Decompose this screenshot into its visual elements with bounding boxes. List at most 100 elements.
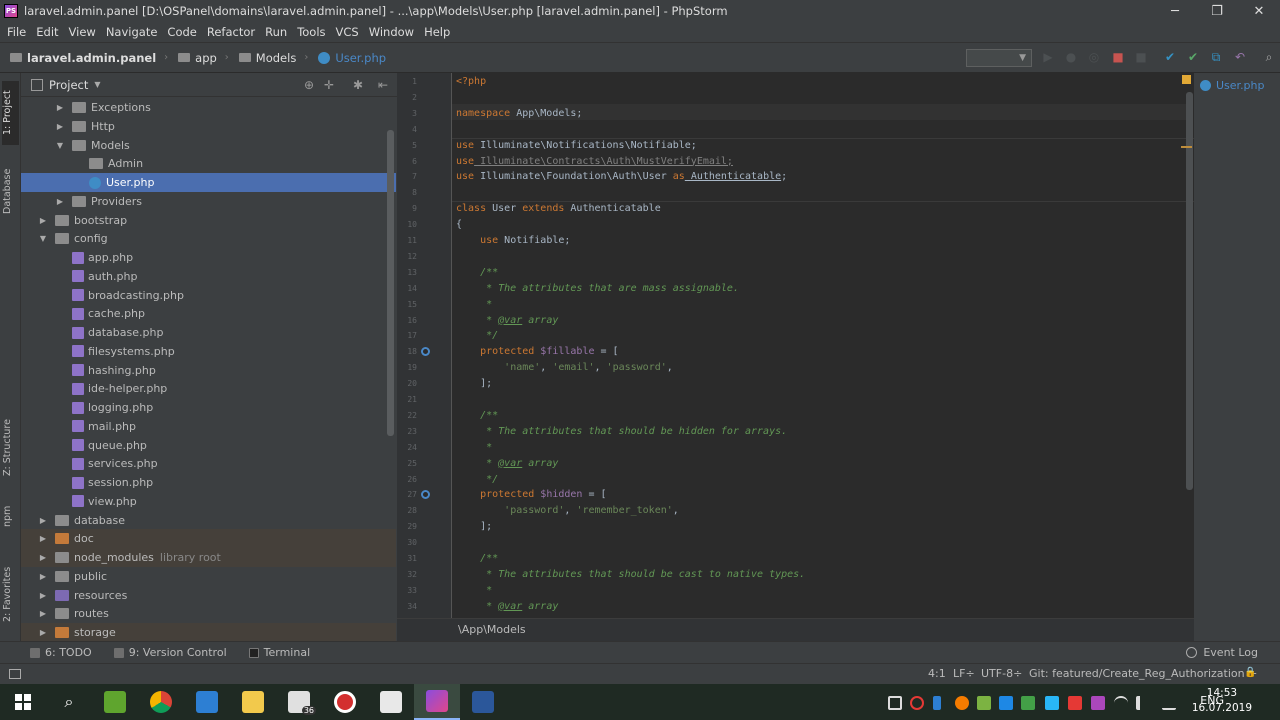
tray-app-icon[interactable] (1091, 696, 1105, 710)
code-line[interactable]: * (456, 297, 492, 313)
vcs-revert-icon[interactable]: ↶ (1233, 50, 1247, 64)
code-line[interactable]: * (456, 440, 492, 456)
vcs-commit-icon[interactable]: ✔ (1186, 50, 1200, 64)
chevron-right-icon[interactable]: ▶ (38, 516, 48, 525)
git-branch[interactable]: Git: featured/Create_Reg_Authorization ÷ (1029, 667, 1257, 680)
code-line[interactable]: /** (456, 408, 498, 424)
code-line[interactable]: use Illuminate\Contracts\Auth\MustVerify… (456, 154, 733, 170)
tree-item[interactable]: ide-helper.php (21, 379, 396, 398)
file-encoding[interactable]: UTF-8÷ (981, 667, 1022, 680)
chevron-right-icon[interactable]: ▶ (38, 591, 48, 600)
tree-item[interactable]: services.php (21, 454, 396, 473)
code-line[interactable]: * The attributes that should be hidden f… (456, 424, 787, 440)
tree-item[interactable]: ▶ routes (21, 604, 396, 623)
editor-breadcrumb[interactable]: \App\Models (397, 618, 1194, 641)
tree-item[interactable]: ▶ public (21, 567, 396, 586)
tree-item[interactable]: queue.php (21, 436, 396, 455)
tree-item[interactable]: ▶ doc (21, 529, 396, 549)
menu-tools[interactable]: Tools (292, 25, 330, 39)
line-separator[interactable]: LF÷ (953, 667, 975, 680)
menu-refactor[interactable]: Refactor (202, 25, 260, 39)
tree-item[interactable]: ▼ Models (21, 136, 396, 155)
tree-item[interactable]: ▼ config (21, 229, 396, 248)
taskbar-app-explorer[interactable] (230, 684, 276, 720)
maximize-button[interactable]: ❐ (1196, 4, 1238, 19)
settings-gear-icon[interactable]: ✱ (351, 78, 365, 92)
chevron-down-icon[interactable]: ▼ (55, 141, 65, 150)
chevron-right-icon[interactable]: ▶ (38, 572, 48, 581)
tree-item[interactable]: Admin (21, 154, 396, 173)
tray-app-icon[interactable] (955, 696, 969, 710)
locate-file-icon[interactable]: ⊕ (302, 78, 316, 92)
tray-app-icon[interactable] (999, 696, 1013, 710)
debug-icon[interactable]: ● (1064, 50, 1078, 64)
volume-icon[interactable] (1136, 696, 1150, 710)
tree-item[interactable]: session.php (21, 473, 396, 492)
tree-item[interactable]: view.php (21, 492, 396, 511)
tray-app-icon[interactable] (1045, 696, 1059, 710)
pen-icon[interactable] (1162, 696, 1176, 710)
editor-tab-user-php[interactable]: User.php (1200, 76, 1265, 94)
wifi-icon[interactable] (1114, 696, 1128, 710)
code-editor[interactable]: 1 2 3 4 5 6 7 8 9 10 11 12 13 14 15 16 17 18 19 20 21 22 23 24 2… (397, 73, 1194, 641)
lock-icon[interactable]: 🔒 (1244, 667, 1256, 678)
task-view-icon[interactable] (888, 696, 902, 710)
code-line[interactable]: * The attributes that should be cast to … (456, 567, 805, 583)
tree-item[interactable]: User.php (21, 173, 396, 192)
tree-item[interactable]: filesystems.php (21, 342, 396, 361)
taskbar-app-phpstorm[interactable] (414, 684, 460, 720)
chevron-right-icon[interactable]: ▶ (38, 609, 48, 618)
breadcrumb-app[interactable]: app (168, 51, 217, 65)
chevron-down-icon[interactable]: ▼ (38, 234, 48, 243)
tree-item[interactable]: ▶ Providers (21, 192, 396, 211)
tool-tab-structure[interactable]: Z: Structure (2, 413, 19, 483)
stop-icon[interactable]: ■ (1134, 50, 1148, 64)
run-icon[interactable]: ▶ (1041, 50, 1055, 64)
close-button[interactable]: ✕ (1238, 4, 1280, 19)
menu-help[interactable]: Help (419, 25, 455, 39)
tree-item[interactable]: app.php (21, 248, 396, 267)
tray-app-icon[interactable] (1068, 696, 1082, 710)
inspection-warning-icon[interactable] (1182, 75, 1191, 84)
chevron-down-icon[interactable]: ▼ (94, 80, 100, 89)
code-line[interactable]: use Notifiable; (456, 233, 570, 249)
chevron-right-icon[interactable]: ▶ (55, 197, 65, 206)
vcs-update-icon[interactable]: ✔ (1163, 50, 1177, 64)
code-line[interactable]: use Illuminate\Notifications\Notifiable; (456, 138, 697, 154)
code-line[interactable]: use Illuminate\Foundation\Auth\User as A… (456, 169, 787, 185)
chevron-right-icon[interactable]: ▶ (55, 103, 65, 112)
code-line[interactable]: /** (456, 265, 498, 281)
code-line[interactable]: */ (456, 328, 498, 344)
start-button[interactable] (0, 684, 46, 720)
code-line[interactable]: protected $fillable = [ (456, 344, 619, 360)
menu-view[interactable]: View (64, 25, 101, 39)
breadcrumb-models[interactable]: Models (229, 51, 296, 65)
menu-navigate[interactable]: Navigate (101, 25, 163, 39)
code-line[interactable]: * @var array (456, 456, 558, 472)
tree-item[interactable]: ▶ storage (21, 623, 396, 642)
tree-item[interactable]: ▶ node_modules library root (21, 548, 396, 567)
taskbar-app-excel-like[interactable] (92, 684, 138, 720)
tool-tab-favorites[interactable]: 2: Favorites (2, 559, 19, 629)
tray-app-icon[interactable] (977, 696, 991, 710)
tree-item[interactable]: ▶ Exceptions (21, 98, 396, 117)
menu-edit[interactable]: Edit (31, 25, 63, 39)
tree-item[interactable]: auth.php (21, 267, 396, 286)
tool-tab-project[interactable]: 1: Project (2, 81, 19, 145)
attach-icon[interactable]: ■ (1111, 50, 1125, 64)
taskbar-app-word[interactable] (460, 684, 506, 720)
taskbar-app-store[interactable] (184, 684, 230, 720)
tree-item[interactable]: cache.php (21, 304, 396, 323)
hide-panel-icon[interactable]: ⇤ (376, 78, 390, 92)
menu-vcs[interactable]: VCS (331, 25, 364, 39)
code-line[interactable]: { (456, 217, 462, 233)
code-line[interactable]: ]; (456, 376, 492, 392)
tool-todo-button[interactable]: 6: TODO (30, 646, 92, 659)
caret-position[interactable]: 4:1 (928, 667, 946, 680)
tree-item[interactable]: ▶ resources (21, 586, 396, 605)
tool-tab-npm[interactable]: npm (2, 501, 19, 531)
breadcrumb-file[interactable]: User.php (308, 51, 386, 65)
override-marker-icon[interactable] (421, 490, 430, 500)
search-button[interactable]: ⌕ (46, 684, 92, 720)
chevron-right-icon[interactable]: ▶ (38, 534, 48, 543)
